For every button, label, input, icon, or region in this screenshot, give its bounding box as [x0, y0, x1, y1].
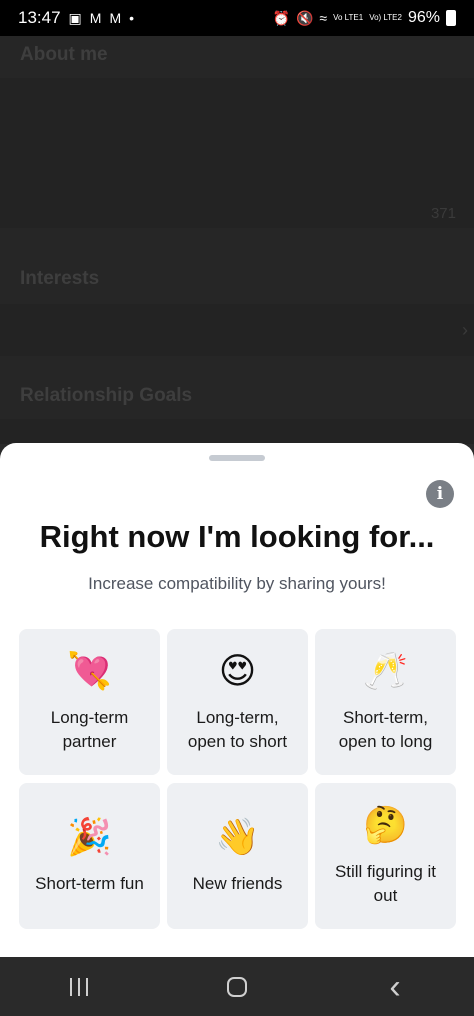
signal-lte2-icon: Vo) LTE2 [369, 13, 402, 22]
option-label: Short-term, open to long [338, 708, 433, 751]
home-icon [227, 976, 247, 997]
option-still-figuring-it-out[interactable]: 🤔 Still figuring it out [315, 783, 456, 929]
status-left: 13:47 ▣ M M • [18, 8, 134, 28]
mute-icon: 🔇 [295, 10, 314, 26]
about-me-char-count: 371 [430, 205, 456, 222]
option-label: New friends [192, 874, 283, 893]
profile-editor-background: About me 371 Interests › Relationship Go… [0, 36, 474, 444]
chevron-right-icon: › [462, 320, 468, 340]
recents-icon [70, 977, 88, 996]
option-short-term-fun[interactable]: 🎉 Short-term fun [19, 783, 160, 929]
options-grid: 💘 Long-term partner 😍 Long-term, open to… [19, 629, 456, 929]
heart-arrow-icon: 💘 [67, 651, 112, 692]
looking-for-sheet: i Right now I'm looking for... Increase … [0, 443, 474, 957]
about-me-heading: About me [20, 44, 108, 65]
about-me-field [0, 78, 474, 228]
gmail-icon: M [109, 10, 122, 26]
info-icon[interactable]: i [426, 480, 454, 508]
option-label: Short-term fun [35, 874, 144, 893]
status-right: ⏰ 🔇 ≈ Vo LTE1 Vo) LTE2 96% [273, 9, 456, 27]
sheet-title: Right now I'm looking for... [39, 519, 435, 554]
system-nav-bar: ‹ [0, 957, 474, 1016]
wifi-icon: ≈ [319, 10, 328, 26]
option-short-term-open-to-long[interactable]: 🥂 Short-term, open to long [315, 629, 456, 775]
gmail-icon: M [89, 10, 102, 26]
back-icon: ‹ [389, 967, 401, 1006]
option-long-term-partner[interactable]: 💘 Long-term partner [19, 629, 160, 775]
party-popper-icon: 🎉 [67, 817, 112, 858]
image-icon: ▣ [68, 10, 82, 26]
battery-percent: 96% [407, 9, 440, 26]
relationship-goals-field [0, 419, 474, 444]
thinking-face-icon: 🤔 [363, 805, 408, 846]
status-bar: 13:47 ▣ M M • ⏰ 🔇 ≈ Vo LTE1 Vo) LTE2 96% [0, 0, 474, 36]
waving-hand-icon: 👋 [215, 817, 260, 858]
sheet-drag-handle[interactable] [209, 455, 265, 461]
relationship-goals-heading: Relationship Goals [20, 385, 193, 406]
option-label: Long-term partner [50, 708, 129, 751]
status-time: 13:47 [18, 8, 61, 27]
heart-eyes-icon: 😍 [218, 651, 257, 692]
sheet-subtitle: Increase compatibility by sharing yours! [88, 574, 386, 593]
dot-icon: • [129, 10, 135, 26]
back-button[interactable]: ‹ [355, 967, 435, 1007]
champagne-icon: 🥂 [363, 651, 408, 692]
recents-button[interactable] [39, 967, 119, 1007]
battery-icon [446, 10, 456, 26]
signal-lte1-icon: Vo LTE1 [333, 13, 364, 22]
interests-heading: Interests [20, 268, 100, 289]
home-button[interactable] [197, 967, 277, 1007]
option-long-term-open-to-short[interactable]: 😍 Long-term, open to short [167, 629, 308, 775]
option-new-friends[interactable]: 👋 New friends [167, 783, 308, 929]
option-label: Long-term, open to short [187, 708, 288, 751]
interests-field [0, 304, 474, 356]
alarm-icon: ⏰ [272, 10, 290, 26]
option-label: Still figuring it out [334, 862, 437, 905]
